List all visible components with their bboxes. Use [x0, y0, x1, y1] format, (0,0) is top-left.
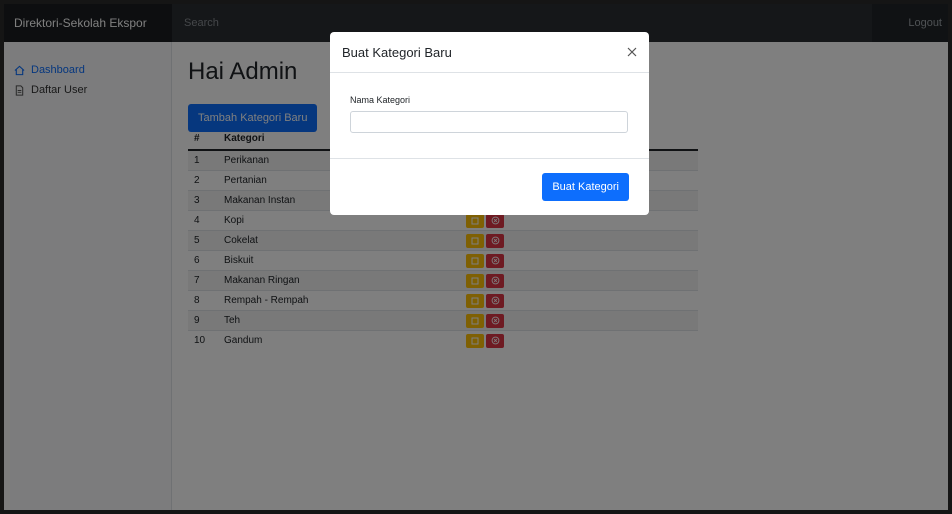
category-name-label: Nama Kategori	[350, 95, 411, 105]
modal-footer: Buat Kategori	[330, 159, 649, 215]
create-category-button[interactable]: Buat Kategori	[542, 173, 629, 201]
modal-title: Buat Kategori Baru	[342, 44, 452, 60]
modal-header: Buat Kategori Baru	[330, 32, 649, 73]
modal-body: Nama Kategori	[330, 73, 649, 159]
close-icon[interactable]	[625, 45, 639, 59]
create-category-modal: Buat Kategori Baru Nama Kategori Buat Ka…	[330, 32, 649, 215]
category-name-input[interactable]	[350, 111, 628, 133]
